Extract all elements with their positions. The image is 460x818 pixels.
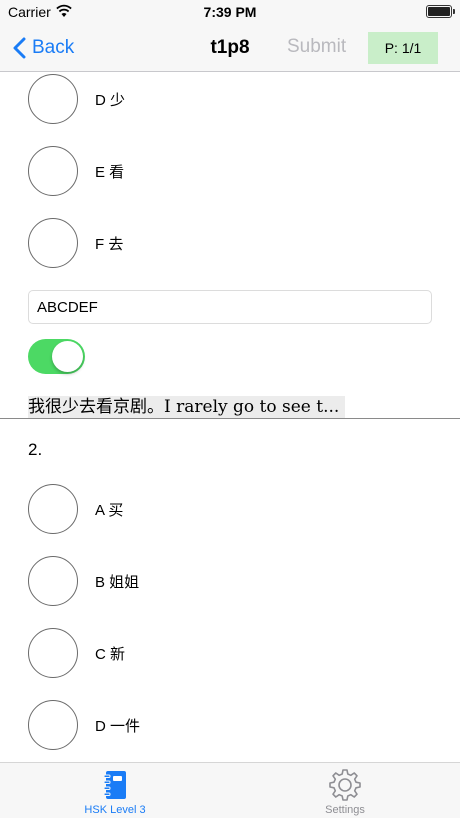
toggle-knob xyxy=(52,341,83,372)
option-a-radio[interactable] xyxy=(28,484,78,534)
question-divider xyxy=(0,418,460,419)
tab-label: Settings xyxy=(325,804,365,816)
option-f-row[interactable]: F 去 xyxy=(28,218,123,268)
option-e-row[interactable]: E 看 xyxy=(28,146,124,196)
option-b-row[interactable]: B 姐姐 xyxy=(28,556,139,606)
tab-label: HSK Level 3 xyxy=(84,804,146,816)
option-d2-radio[interactable] xyxy=(28,700,78,750)
option-c-radio[interactable] xyxy=(28,628,78,678)
battery-icon xyxy=(426,5,455,18)
option-d2-label: D 一件 xyxy=(95,717,141,735)
clock: 7:39 PM xyxy=(203,4,257,20)
question-list[interactable]: D 少 E 看 F 去 我很少去看京剧。I rarely go to see t… xyxy=(0,72,460,762)
question-number: 2. xyxy=(28,440,43,459)
submit-button[interactable]: Submit xyxy=(287,36,346,58)
chevron-left-icon xyxy=(13,37,26,59)
option-a-label: A 买 xyxy=(95,501,124,519)
page-indicator-button[interactable]: P: 1/1 xyxy=(368,32,438,64)
answer-input[interactable] xyxy=(28,290,432,324)
option-a-row[interactable]: A 买 xyxy=(28,484,123,534)
notebook-icon xyxy=(103,771,126,799)
option-d-radio[interactable] xyxy=(28,74,78,124)
translation-toggle[interactable] xyxy=(28,339,85,374)
option-f-label: F 去 xyxy=(95,235,124,253)
option-d2-row[interactable]: D 一件 xyxy=(28,700,140,750)
option-c-label: C 新 xyxy=(95,645,126,663)
navigation-bar: Back t1p8 Submit P: 1/1 xyxy=(0,24,460,72)
option-d-label: D 少 xyxy=(95,91,126,109)
option-d-row[interactable]: D 少 xyxy=(28,74,125,124)
option-e-radio[interactable] xyxy=(28,146,78,196)
back-button[interactable]: Back xyxy=(12,36,74,60)
option-b-radio[interactable] xyxy=(28,556,78,606)
tab-bar: HSK Level 3 Settings xyxy=(0,762,460,818)
option-c-row[interactable]: C 新 xyxy=(28,628,125,678)
gear-icon xyxy=(329,769,361,801)
status-bar: Carrier 7:39 PM xyxy=(0,0,460,24)
option-b-label: B 姐姐 xyxy=(95,573,140,591)
option-e-label: E 看 xyxy=(95,163,125,181)
back-button-label: Back xyxy=(32,37,75,58)
translation-text: 我很少去看京剧。I rarely go to see t... xyxy=(28,396,346,418)
tab-settings[interactable]: Settings xyxy=(230,763,460,818)
option-f-radio[interactable] xyxy=(28,218,78,268)
tab-hsk-level-3[interactable]: HSK Level 3 xyxy=(0,763,230,818)
